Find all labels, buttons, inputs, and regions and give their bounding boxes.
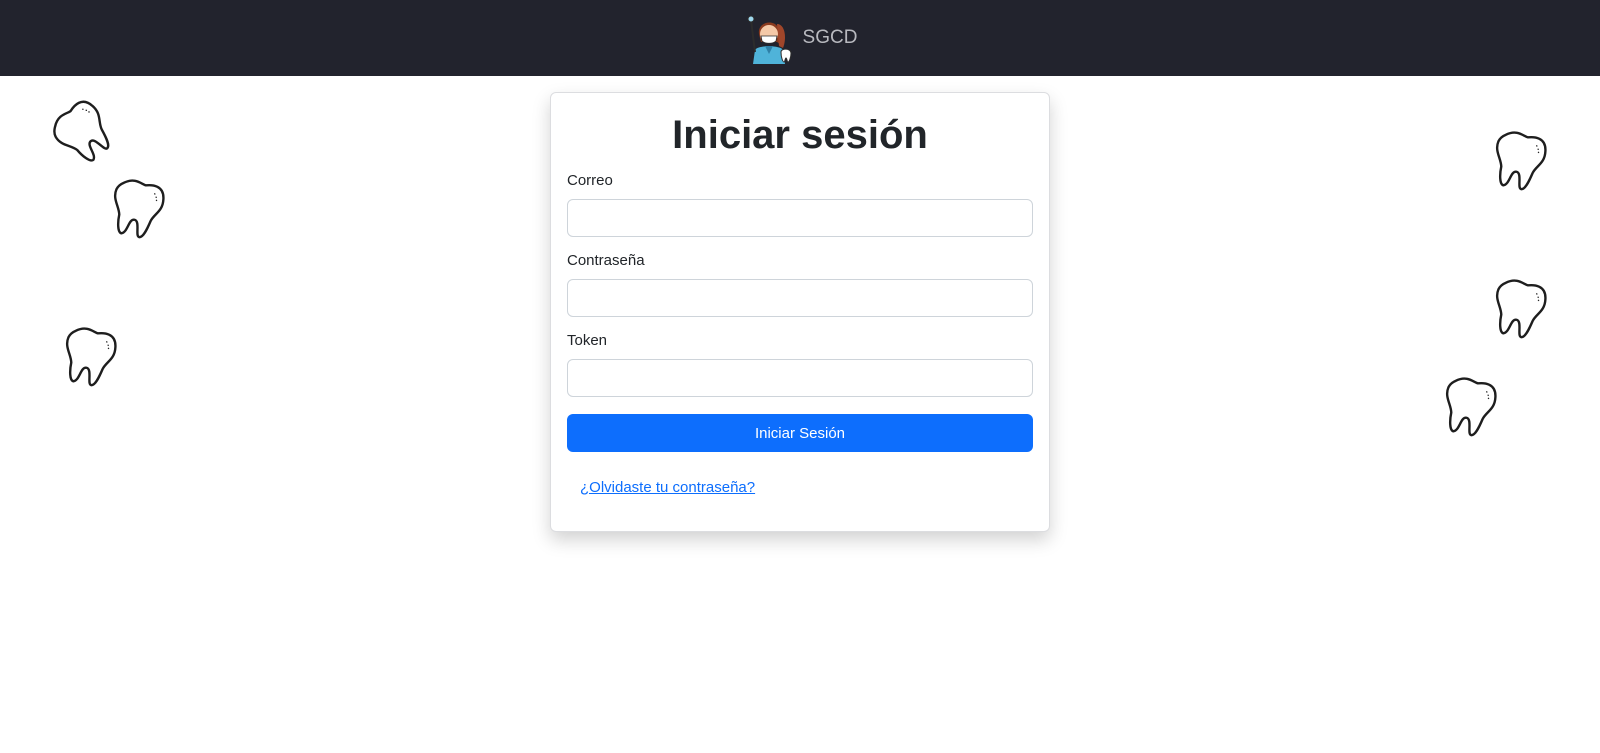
tooth-icon [52,318,126,393]
page-title: Iniciar sesión [672,113,928,157]
forgot-password-link[interactable]: ¿Olvidaste tu contraseña? [580,479,755,496]
password-label: Contraseña [567,252,645,269]
token-field[interactable] [567,359,1033,397]
email-field[interactable] [567,199,1033,237]
tooth-icon [39,88,128,177]
dentist-avatar-icon [743,12,795,64]
email-label: Correo [567,172,613,189]
tooth-icon [100,170,174,245]
login-button[interactable]: Iniciar Sesión [567,414,1033,452]
tooth-icon [1482,270,1556,345]
navbar-brand[interactable]: SGCD [743,12,858,64]
token-label: Token [567,332,608,349]
brand-name: SGCD [802,27,858,48]
tooth-icon [1432,368,1506,443]
login-card: Iniciar sesión Correo Contraseña Token I… [550,92,1050,532]
tooth-icon [1482,122,1556,197]
password-field[interactable] [567,279,1033,317]
top-navbar: SGCD [0,0,1600,76]
